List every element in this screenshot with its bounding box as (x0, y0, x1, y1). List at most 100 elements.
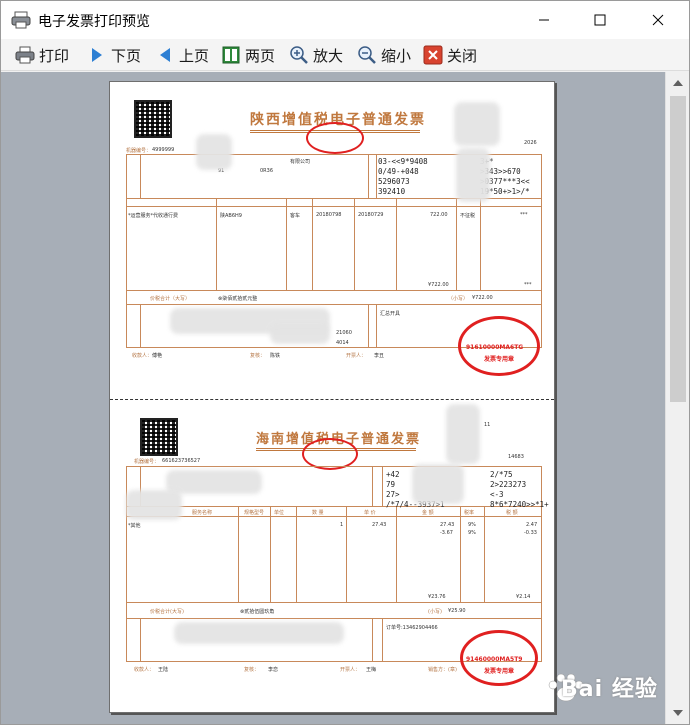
arrow-right-icon (92, 48, 102, 62)
seal-label: 发票专用章 (484, 356, 515, 363)
two-pages-icon (222, 46, 240, 64)
amount: 722.00 (430, 212, 448, 218)
payee-name: 傅艳 (152, 353, 163, 359)
page-separator (110, 399, 554, 400)
title-bar: 电子发票打印预览 (1, 1, 689, 39)
col-header-qty: 数 量 (312, 510, 324, 516)
total-in-figures-2: ¥25.90 (448, 608, 466, 614)
col-header-rate: 税率 (464, 510, 475, 516)
qr-code (134, 100, 172, 138)
print-preview-window: 电子发票打印预览 打印 下页 上页 两页 放大 缩小 关闭 陕西增值税电子普通发… (0, 0, 690, 725)
scroll-up-icon[interactable] (672, 78, 684, 88)
vehicle-type: 客车 (290, 213, 301, 219)
close-window-button[interactable] (629, 1, 687, 39)
date-fragment-2: 14683 (508, 454, 524, 460)
tax-line-2: -0.33 (524, 530, 537, 536)
total-small-label-2: (小写) (428, 609, 442, 615)
unit-price-2: 27.43 (372, 522, 387, 528)
seller-address-fragment: 4014 (336, 340, 349, 346)
drawer-name: 李丑 (374, 353, 385, 359)
col-header-price: 单 价 (364, 510, 376, 516)
invoice-date-fragment: 2026 (524, 140, 537, 146)
next-page-label: 下页 (111, 46, 142, 65)
drawer-label: 开票人： (346, 353, 367, 359)
plate-number: 陕AB6H9 (220, 213, 242, 219)
vertical-scrollbar[interactable] (665, 72, 689, 724)
reviewer-label-2: 复核： (244, 667, 260, 673)
end-date: 20180729 (358, 212, 384, 218)
close-box-icon (423, 45, 443, 65)
maximize-icon (594, 14, 606, 26)
buyer-name-fragment: 有限公司 (290, 159, 311, 165)
machine-no: 4999999 (152, 147, 175, 153)
col-header-amount: 金 额 (422, 510, 434, 516)
reviewer-name-2: 李恋 (268, 667, 279, 673)
goods-name: *运营服务*代收通行费 (128, 213, 179, 219)
scrollbar-thumb[interactable] (670, 96, 686, 402)
machine-no-2: 661623736527 (162, 458, 201, 464)
print-button[interactable]: 打印 (15, 43, 69, 67)
total-in-figures: ¥722.00 (472, 295, 493, 301)
zoom-in-button[interactable]: 放大 (289, 43, 343, 67)
zoom-out-button[interactable]: 缩小 (357, 43, 411, 67)
zoom-in-label: 放大 (313, 46, 344, 65)
minimize-icon (539, 19, 549, 21)
machine-no-label: 机器编号： (126, 148, 152, 154)
window-title: 电子发票打印预览 (38, 14, 150, 30)
printer-icon (11, 11, 31, 29)
rate-line-2: 9% (468, 530, 476, 536)
tax-rate: 不征税 (460, 213, 476, 219)
prev-page-button[interactable]: 上页 (155, 43, 209, 67)
total-in-words: ⊗柒佰贰拾贰元整 (218, 296, 258, 302)
maximize-button[interactable] (571, 1, 629, 39)
close-icon (652, 14, 664, 26)
total-small-label: （小写） (448, 296, 469, 302)
tax-line-1: 2.47 (526, 522, 538, 528)
code-fragment-2: 11 (484, 422, 491, 428)
arrow-left-icon (160, 48, 170, 62)
subtotal-tax-2: ¥2.14 (516, 594, 531, 600)
subtotal-amount: ¥722.00 (428, 282, 449, 288)
zoom-in-icon (290, 46, 308, 64)
amount-line-1: 27.43 (440, 522, 455, 528)
seller-tax-fragment: 21060 (336, 330, 352, 336)
close-preview-label: 关闭 (447, 46, 478, 65)
col-header-tax: 税 额 (506, 510, 518, 516)
machine-no-label-2: 机器编号： (134, 459, 160, 465)
preview-page: 陕西增值税电子普通发票 机器编号： 4999999 2026 有限公司 91 0… (109, 81, 555, 713)
total-label-2: 价税合计(大写) (150, 609, 184, 615)
printer-icon (15, 46, 35, 64)
cipher-zone-right-2: 2/*75 2>223273 <-3 8*6*7240>>*1+ (490, 470, 549, 509)
cipher-zone-left: 03-<<9*9408 0/49-+048 5296073 392410 (378, 157, 428, 196)
payee-name-2: 王陆 (158, 667, 169, 673)
seal-code: 91610000MA6TG (466, 344, 524, 351)
tax-seal-oval (306, 122, 364, 154)
drawer-name-2: 王梅 (366, 667, 377, 673)
preview-viewport[interactable]: 陕西增值税电子普通发票 机器编号： 4999999 2026 有限公司 91 0… (1, 72, 665, 724)
col-header-unit: 单位 (274, 510, 285, 516)
buyer-tax-fragment-2: 0R36 (260, 168, 274, 174)
seller-stamp-label: 销售方：(章) (428, 667, 457, 673)
start-date: 20180798 (316, 212, 342, 218)
toolbar: 打印 下页 上页 两页 放大 缩小 关闭 (1, 39, 689, 71)
two-pages-label: 两页 (245, 46, 276, 65)
two-pages-button[interactable]: 两页 (221, 43, 275, 67)
goods-name-2: *其他 (128, 523, 141, 529)
remarks: 汇总开具 (380, 311, 401, 317)
total-in-words-2: ⊗贰拾伍圆玖角 (240, 609, 275, 615)
subtotal-amount-2: ¥23.76 (428, 594, 446, 600)
next-page-button[interactable]: 下页 (87, 43, 141, 67)
minimize-button[interactable] (515, 1, 573, 39)
total-label: 价税合计（大写） (150, 296, 191, 302)
seal-code-2: 91460000MA5T9 (466, 656, 523, 663)
zoom-out-label: 缩小 (381, 46, 412, 65)
close-preview-button[interactable]: 关闭 (423, 43, 477, 67)
order-number: 订单号:13462904466 (386, 625, 438, 631)
scroll-down-icon[interactable] (672, 708, 684, 718)
zoom-out-icon (358, 46, 376, 64)
payee-label: 收款人： (132, 353, 153, 359)
print-label: 打印 (39, 46, 70, 65)
rate-line-1: 9% (468, 522, 476, 528)
watermark-text: Bai 经验 (561, 677, 658, 702)
reviewer-label: 复核： (250, 353, 266, 359)
